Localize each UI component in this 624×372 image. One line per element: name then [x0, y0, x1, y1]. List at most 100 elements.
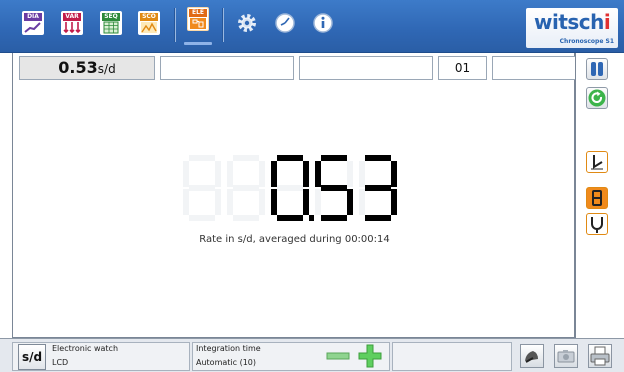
microphone-button[interactable]: [520, 344, 544, 368]
dia-icon: DIA: [22, 11, 44, 35]
segment-c: [391, 189, 397, 215]
brand-logo: witschi: [534, 10, 611, 34]
segment-a: [321, 155, 347, 161]
var-mode-button[interactable]: VAR: [61, 11, 83, 35]
camera-button[interactable]: [554, 344, 578, 368]
measurement-panel: 0.53s/d 01 Rate in s/d, averaged during …: [12, 53, 577, 338]
segment-e: [359, 189, 365, 215]
unit-toggle-button[interactable]: s/d: [18, 344, 46, 370]
watch-type-value: LCD: [52, 358, 69, 367]
gear-icon: [238, 14, 256, 32]
seq-mode-button[interactable]: SEQ: [100, 11, 122, 35]
refresh-icon: [588, 89, 606, 107]
seq-icon: SEQ: [100, 11, 122, 35]
status-bar: s/d Electronic watch LCD Integration tim…: [0, 338, 624, 372]
seven-segment-display: [183, 155, 397, 221]
display-digit: [315, 155, 353, 221]
readout-field-4: 01: [438, 56, 487, 80]
segment-g: [189, 185, 215, 191]
var-tag: VAR: [63, 13, 81, 21]
ghost-digit: [183, 155, 221, 221]
digital-display-button[interactable]: [586, 187, 608, 209]
integration-value: Automatic (10): [196, 358, 256, 367]
segment-c: [215, 189, 221, 215]
increase-integration-button[interactable]: [358, 344, 382, 368]
ele-mode-button[interactable]: ELE: [187, 7, 209, 31]
segment-d: [233, 215, 259, 221]
segment-a: [277, 155, 303, 161]
camera-icon: [557, 350, 575, 363]
brand-subtitle: Chronoscope S1: [559, 38, 614, 45]
clock-button[interactable]: [274, 12, 296, 34]
printer-icon: [590, 346, 610, 366]
segment-d: [365, 215, 391, 221]
tuning-fork-icon: [591, 217, 603, 233]
ghost-digit: [227, 155, 265, 221]
pause-button[interactable]: [586, 58, 608, 80]
settings-button[interactable]: [236, 12, 258, 34]
segment-b: [347, 161, 353, 187]
segment-f: [359, 161, 365, 187]
rate-unit: s/d: [97, 62, 116, 76]
segment-e: [271, 189, 277, 215]
sco-tag: SCO: [140, 13, 158, 21]
segment-e: [183, 189, 189, 215]
display-digit: [271, 155, 309, 221]
plus-icon: [358, 344, 382, 368]
print-button[interactable]: [588, 344, 612, 368]
segment-g: [233, 185, 259, 191]
segment-a: [233, 155, 259, 161]
segment-b: [259, 161, 265, 187]
readout-field-2: [160, 56, 294, 80]
ele-tag: ELE: [189, 9, 207, 17]
readout-field-5: [492, 56, 576, 80]
position-button[interactable]: [586, 151, 608, 173]
segment-g: [321, 185, 347, 191]
watch-type-label: Electronic watch: [52, 344, 119, 353]
active-mode-indicator: [184, 42, 212, 45]
position-icon: [591, 155, 603, 170]
restart-button[interactable]: [586, 87, 608, 109]
main-toolbar: DIA VAR SEQ SCO ELE witschi Chronoscope …: [0, 0, 624, 53]
dia-tag: DIA: [24, 13, 42, 21]
dia-mode-button[interactable]: DIA: [22, 11, 44, 35]
toolbar-separator: [174, 8, 176, 42]
segment-f: [227, 161, 233, 187]
info-button[interactable]: [312, 12, 334, 34]
ele-icon: ELE: [187, 7, 209, 31]
segment-a: [365, 155, 391, 161]
segment-c: [303, 189, 309, 215]
pause-icon: [591, 62, 603, 76]
integration-label: Integration time: [196, 344, 261, 353]
sco-mode-button[interactable]: SCO: [138, 11, 160, 35]
segment-f: [271, 161, 277, 187]
segment-c: [259, 189, 265, 215]
segment-g: [277, 185, 303, 191]
clock-icon: [275, 13, 295, 33]
decimal-point: [309, 215, 314, 221]
rate-readout: 0.53s/d: [19, 56, 155, 80]
info-icon: [313, 13, 333, 33]
segment-e: [227, 189, 233, 215]
side-toolbar: [575, 53, 624, 338]
segment-c: [347, 189, 353, 215]
segment-b: [215, 161, 221, 187]
readout-field-3: [299, 56, 433, 80]
witschi-logo: witschi Chronoscope S1: [526, 8, 618, 48]
digit-eight-icon: [592, 190, 602, 206]
decrease-integration-button[interactable]: [326, 344, 350, 368]
tuning-fork-button[interactable]: [586, 213, 608, 235]
toolbar-separator: [222, 8, 224, 42]
var-icon: VAR: [61, 11, 83, 35]
microphone-icon: [525, 351, 538, 363]
display-caption: Rate in s/d, averaged during 00:00:14: [199, 234, 390, 245]
segment-d: [321, 215, 347, 221]
segment-g: [365, 185, 391, 191]
segment-b: [303, 161, 309, 187]
segment-a: [189, 155, 215, 161]
segment-f: [183, 161, 189, 187]
segment-d: [189, 215, 215, 221]
display-digit: [359, 155, 397, 221]
readout-fields: 0.53s/d 01: [19, 56, 577, 80]
rate-value: 0.53: [58, 58, 98, 77]
